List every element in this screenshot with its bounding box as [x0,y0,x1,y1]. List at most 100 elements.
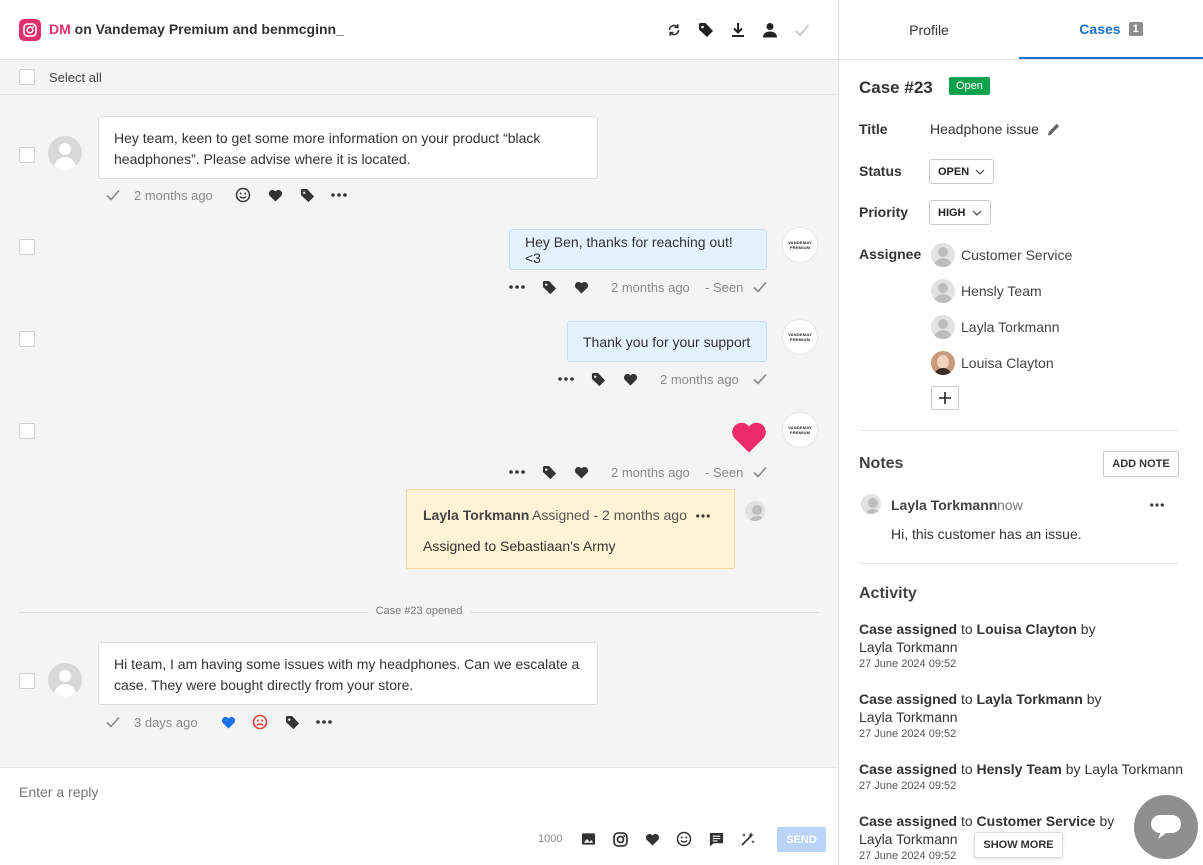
message-bubble-outgoing: Hey Ben, thanks for reaching out! <3 [509,229,767,270]
refresh-icon[interactable] [665,21,683,39]
message-checkbox[interactable] [19,423,35,439]
message-checkbox[interactable] [19,239,35,255]
status-select[interactable]: OPEN [929,159,994,184]
char-count: 1000 [538,833,563,845]
tag-icon[interactable] [283,713,301,731]
heart-icon[interactable] [572,278,590,296]
assignment-author: Layla Torkmann [423,507,530,523]
conversation-header: DM on Vandemay Premium and benmcginn_ [0,0,838,60]
more-options-icon[interactable] [315,713,333,731]
activity-to: to [960,813,973,829]
check-icon [752,465,768,479]
case-id: Case #23 [859,78,933,97]
show-more-button[interactable]: SHOW MORE [974,832,1063,858]
priority-label: Priority [859,204,909,220]
image-icon[interactable] [579,830,597,848]
assignee-photo-avatar [931,351,955,375]
activity-heading: Activity [859,585,917,602]
message-time: 3 days ago [134,715,198,730]
tag-icon[interactable] [540,463,558,481]
assign-user-icon[interactable] [761,21,779,39]
brand-avatar-text: PREMIUM [789,430,811,435]
heart-icon[interactable] [572,463,590,481]
activity-action: Case assigned [859,761,958,777]
tag-icon[interactable] [540,278,558,296]
message-checkbox[interactable] [19,673,35,689]
note-text: Hi, this customer has an issue. [891,526,1082,542]
status-value: OPEN [938,165,970,178]
sad-face-icon[interactable] [251,713,269,731]
assignee-avatar [931,315,955,339]
note-time: now [997,497,1023,513]
saved-replies-icon[interactable] [707,830,725,848]
select-all-checkbox[interactable] [19,69,35,85]
assignee-label: Assignee [859,246,922,262]
message-checkbox[interactable] [19,331,35,347]
note-author-avatar [861,494,881,514]
activity-target: Louisa Clayton [976,621,1077,637]
conversation-title-text: on Vandemay Premium and benmcginn_ [74,21,344,37]
activity-actor: Layla Torkmann [859,831,958,847]
section-divider [859,430,1179,431]
message-bubble-outgoing: Thank you for your support [567,321,767,362]
heart-icon[interactable] [266,186,284,204]
tab-profile[interactable]: Profile [839,0,1019,59]
channel-label: DM [49,21,71,37]
message-checkbox[interactable] [19,147,35,163]
message-bubble-incoming: Hey team, keen to get some more informat… [98,116,598,179]
add-assignee-button[interactable] [931,386,959,410]
activity-by: by [1065,761,1081,777]
tab-cases-label: Cases [1079,20,1121,37]
more-options-icon[interactable] [1148,497,1166,513]
activity-time: 27 June 2024 09:52 [859,780,957,792]
activity-action: Case assigned [859,621,958,637]
brand-avatar: VANDEMAY PREMIUM [782,319,818,355]
resolve-check-icon[interactable] [793,21,811,39]
check-icon [752,280,768,294]
priority-value: HIGH [938,206,966,219]
tab-cases[interactable]: Cases 1 [1019,0,1203,59]
check-icon [752,372,768,386]
instagram-icon[interactable] [611,830,629,848]
case-title-value: Headphone issue [930,121,1039,137]
more-options-icon[interactable] [694,508,712,524]
ai-magic-icon[interactable] [739,830,757,848]
tag-icon[interactable] [697,21,715,39]
activity-time: 27 June 2024 09:52 [859,850,957,862]
assignment-meta: Assigned - 2 months ago [532,507,687,523]
heart-blue-icon[interactable] [219,713,237,731]
activity-time: 27 June 2024 09:52 [859,728,957,740]
customer-avatar [48,663,82,697]
activity-by: by [1099,813,1115,829]
reaction-emoji-icon[interactable] [234,186,252,204]
assignment-event: Layla Torkmann Assigned - 2 months ago A… [406,489,735,569]
select-all-bar: Select all [0,60,838,95]
add-note-button[interactable]: ADD NOTE [1103,451,1179,477]
activity-action: Case assigned [859,691,958,707]
status-badge: Open [949,77,990,95]
reply-input[interactable] [19,782,809,802]
emoji-icon[interactable] [675,830,693,848]
instagram-icon [19,19,41,41]
more-options-icon[interactable] [508,463,526,481]
more-options-icon[interactable] [557,370,575,388]
assignee-name: Louisa Clayton [961,355,1054,371]
send-button[interactable]: SEND [777,827,826,852]
heart-icon[interactable] [621,370,639,388]
activity-to: to [960,691,973,707]
edit-pencil-icon[interactable] [1046,121,1062,137]
assignee-name: Hensly Team [961,283,1042,299]
chat-widget-button[interactable] [1134,795,1198,859]
section-divider [859,563,1179,564]
heart-icon[interactable] [643,830,661,848]
activity-actor: Layla Torkmann [859,709,958,725]
title-label: Title [859,121,888,137]
activity-time: 27 June 2024 09:52 [859,658,957,670]
priority-select[interactable]: HIGH [929,200,991,225]
tag-icon[interactable] [589,370,607,388]
download-icon[interactable] [729,21,747,39]
more-options-icon[interactable] [330,186,348,204]
more-options-icon[interactable] [508,278,526,296]
tag-icon[interactable] [298,186,316,204]
brand-avatar-text: PREMIUM [789,245,811,250]
